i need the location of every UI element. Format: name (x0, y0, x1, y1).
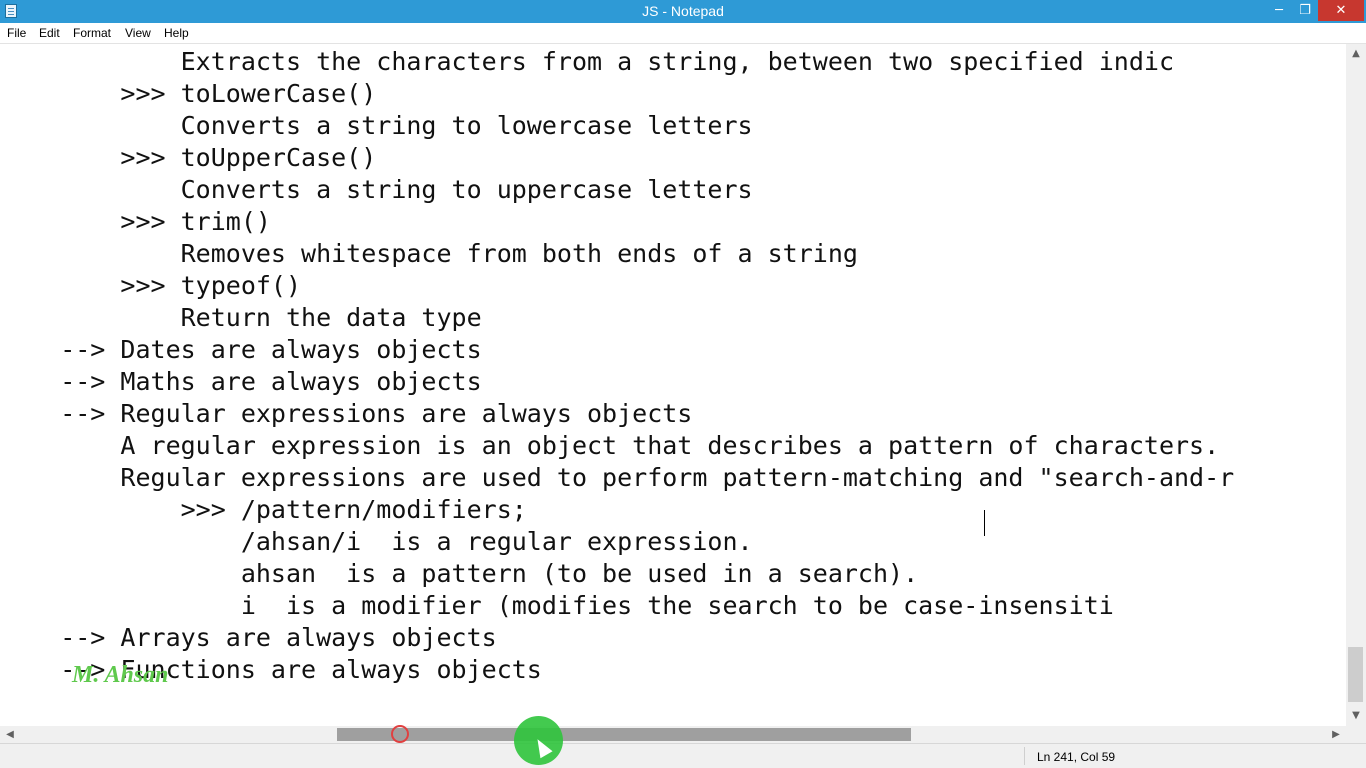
watermark-text: M. Ahsan (72, 662, 169, 688)
status-bar: Ln 241, Col 59 (0, 743, 1366, 768)
scroll-left-arrow-icon[interactable]: ◀ (0, 726, 20, 743)
text-caret (984, 510, 985, 536)
vertical-scroll-thumb[interactable] (1348, 647, 1363, 702)
menu-format[interactable]: Format (73, 26, 111, 40)
close-button[interactable]: ✕ (1318, 0, 1364, 21)
text-line: >>> trim() (0, 207, 271, 236)
menu-view[interactable]: View (125, 26, 151, 40)
status-divider (1024, 747, 1025, 765)
text-line: Extracts the characters from a string, b… (0, 47, 1174, 76)
text-line: Converts a string to lowercase letters (0, 111, 753, 140)
text-line: --> Arrays are always objects (0, 623, 497, 652)
menu-edit[interactable]: Edit (39, 26, 60, 40)
text-line: >>> toLowerCase() (0, 79, 377, 108)
text-line: Converts a string to uppercase letters (0, 175, 753, 204)
text-editor[interactable]: Extracts the characters from a string, b… (0, 44, 1346, 726)
text-line: A regular expression is an object that d… (0, 431, 1220, 460)
menu-bar: File Edit Format View Help (0, 23, 1366, 44)
text-line: --> Maths are always objects (0, 367, 482, 396)
window-title: JS - Notepad (642, 3, 724, 19)
text-line: ahsan is a pattern (to be used in a sear… (0, 559, 919, 588)
minimize-button[interactable]: ─ (1266, 0, 1292, 21)
vertical-scrollbar[interactable] (1346, 44, 1366, 726)
text-line: i is a modifier (modifies the search to … (0, 591, 1114, 620)
text-line: >>> /pattern/modifiers; (0, 495, 527, 524)
menu-help[interactable]: Help (164, 26, 189, 40)
text-line: /ahsan/i is a regular expression. (0, 527, 753, 556)
restore-button[interactable]: ❐ (1292, 0, 1318, 21)
text-line: Removes whitespace from both ends of a s… (0, 239, 858, 268)
horizontal-scroll-thumb[interactable] (337, 728, 911, 741)
scroll-down-arrow-icon[interactable]: ▼ (1346, 706, 1366, 726)
scrollbar-corner (1346, 726, 1366, 743)
text-line: >>> typeof() (0, 271, 302, 300)
cursor-position: Ln 241, Col 59 (1037, 750, 1116, 764)
scroll-up-arrow-icon[interactable]: ▲ (1346, 44, 1366, 64)
text-line: Return the data type (0, 303, 482, 332)
text-line: --> Regular expressions are always objec… (0, 399, 693, 428)
scroll-right-arrow-icon[interactable]: ▶ (1326, 726, 1346, 743)
text-line: >>> toUpperCase() (0, 143, 377, 172)
title-bar: JS - Notepad ─ ❐ ✕ (0, 0, 1366, 23)
click-indicator-icon (391, 725, 409, 743)
menu-file[interactable]: File (7, 26, 26, 40)
text-line: --> Dates are always objects (0, 335, 482, 364)
text-line: Regular expressions are used to perform … (0, 463, 1235, 492)
